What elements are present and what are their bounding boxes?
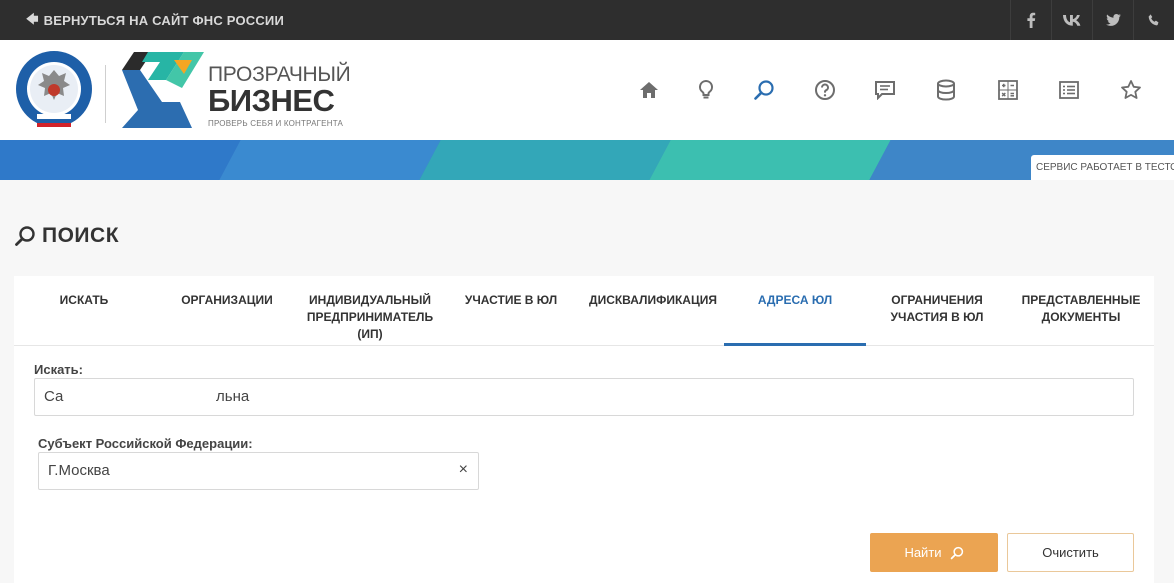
clear-button[interactable]: Очистить [1007, 533, 1134, 572]
find-button[interactable]: Найти [870, 533, 998, 572]
arrow-left-icon: 🡄 [26, 11, 39, 26]
tab-restrictions[interactable]: ОГРАНИЧЕНИЯ УЧАСТИЯ В ЮЛ [866, 276, 1008, 346]
twitter-icon[interactable] [1092, 0, 1133, 40]
top-bar: 🡄 ВЕРНУТЬСЯ НА САЙТ ФНС РОССИИ [0, 0, 1174, 40]
find-button-label: Найти [904, 545, 942, 560]
tab-documents[interactable]: ПРЕДСТАВЛЕННЫЕ ДОКУМЕНТЫ [1008, 276, 1154, 346]
tab-disqualification[interactable]: ДИСКВАЛИФИКАЦИЯ [582, 276, 724, 346]
header-banner [0, 140, 1174, 180]
search-input-value-end: льна [216, 388, 250, 405]
back-to-fns-link[interactable]: 🡄 ВЕРНУТЬСЯ НА САЙТ ФНС РОССИИ [26, 0, 284, 40]
search-tabs: ИСКАТЬ ОРГАНИЗАЦИИ ИНДИВИДУАЛЬНЫЙ ПРЕДПР… [14, 276, 1154, 346]
region-select[interactable]: Г.Москва × [38, 452, 479, 490]
page-title: ПОИСК [14, 224, 119, 248]
search-field-label: Искать: [34, 362, 83, 377]
tab-entrepreneur[interactable]: ИНДИВИДУАЛЬНЫЙ ПРЕДПРИНИМАТЕЛЬ (ИП) [300, 276, 440, 346]
clear-region-icon[interactable]: × [459, 461, 468, 479]
search-icon[interactable] [750, 76, 778, 104]
search-input-value-start: Са [44, 388, 64, 405]
tab-addresses[interactable]: АДРЕСА ЮЛ [724, 276, 866, 346]
header-nav-icons [0, 76, 1174, 106]
phone-icon[interactable] [1133, 0, 1174, 40]
search-panel: ИСКАТЬ ОРГАНИЗАЦИИ ИНДИВИДУАЛЬНЫЙ ПРЕДПР… [14, 276, 1154, 583]
region-select-value: Г.Москва [48, 462, 110, 479]
comment-icon[interactable] [871, 76, 899, 104]
page-title-text: ПОИСК [42, 224, 120, 247]
back-link-label: ВЕРНУТЬСЯ НА САЙТ ФНС РОССИИ [43, 12, 285, 28]
search-icon [950, 546, 963, 559]
facebook-icon[interactable] [1010, 0, 1051, 40]
lightbulb-icon[interactable] [692, 76, 720, 104]
star-icon[interactable] [1117, 76, 1145, 104]
search-input[interactable]: Са льна [34, 378, 1134, 416]
tab-participation[interactable]: УЧАСТИЕ В ЮЛ [440, 276, 582, 346]
tab-search[interactable]: ИСКАТЬ [14, 276, 154, 346]
tab-organizations[interactable]: ОРГАНИЗАЦИИ [154, 276, 300, 346]
database-icon[interactable] [932, 76, 960, 104]
logo-tagline: ПРОВЕРЬ СЕБЯ И КОНТРАГЕНТА [208, 119, 344, 128]
home-icon[interactable] [635, 76, 663, 104]
help-icon[interactable] [811, 76, 839, 104]
social-links [1010, 0, 1174, 40]
test-mode-badge: СЕРВИС РАБОТАЕТ В ТЕСТОВОМ РЕЖИМЕ [1031, 155, 1174, 180]
site-header: ПРОЗРАЧНЫЙ БИЗНЕС ПРОВЕРЬ СЕБЯ И КОНТРАГ… [0, 40, 1174, 140]
list-icon[interactable] [1055, 76, 1083, 104]
search-icon [15, 226, 35, 246]
redaction-mask [85, 385, 215, 411]
region-field-label: Субъект Российской Федерации: [38, 436, 253, 451]
vk-icon[interactable] [1051, 0, 1092, 40]
calculator-icon[interactable] [994, 76, 1022, 104]
